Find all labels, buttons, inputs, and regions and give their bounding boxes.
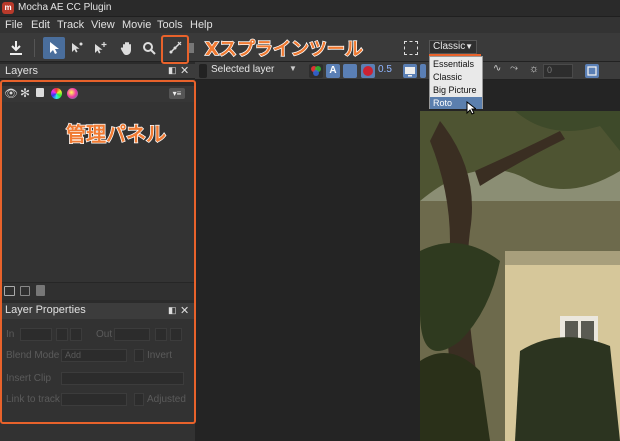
hand-pan-icon[interactable] — [116, 37, 138, 59]
marquee-select-icon[interactable] — [400, 37, 422, 59]
mouse-cursor-icon — [466, 100, 478, 118]
view-option-icon[interactable] — [420, 64, 426, 78]
view-layout-value: Classic — [433, 41, 466, 52]
brightness-icon[interactable]: ☼ — [529, 63, 539, 75]
menu-edit[interactable]: Edit — [31, 19, 50, 31]
toolbar-separator — [34, 39, 35, 57]
menu-help[interactable]: Help — [190, 19, 213, 31]
alpha-icon[interactable]: A — [326, 64, 340, 78]
overlay-icon[interactable] — [343, 64, 357, 78]
title-bar: m Mocha AE CC Plugin — [0, 0, 620, 17]
chevron-down-icon[interactable]: ▼ — [289, 64, 297, 73]
select-points-icon[interactable] — [66, 37, 88, 59]
menu-view[interactable]: View — [91, 19, 115, 31]
menu-movie[interactable]: Movie — [122, 19, 151, 31]
fullscreen-icon[interactable] — [585, 64, 599, 78]
download-icon[interactable] — [5, 37, 27, 59]
menu-item-classic[interactable]: Classic — [430, 71, 482, 83]
menu-tools[interactable]: Tools — [157, 19, 183, 31]
view-layout-select[interactable]: Classic ▼ — [429, 40, 477, 54]
management-panel-annotation-label: 管理パネル — [65, 121, 167, 147]
window-title: Mocha AE CC Plugin — [18, 2, 112, 13]
menu-item-essentials[interactable]: Essentials — [430, 58, 482, 70]
layer-select[interactable]: Selected layer — [211, 64, 274, 75]
zoom-icon[interactable] — [138, 37, 160, 59]
opacity-value[interactable]: 0.5 — [378, 64, 392, 75]
layers-panel-header: Layers ◧ ✕ — [0, 64, 195, 79]
view-toolbar: Selected layer ▼ A 0.5 ∿ ⤳ ☼ 0 — [195, 62, 620, 80]
layers-panel-title: Layers — [5, 65, 39, 77]
menu-bar: File Edit Track View Movie Tools Help — [0, 17, 620, 33]
menu-file[interactable]: File — [5, 19, 23, 31]
frame-input[interactable]: 0 — [543, 64, 573, 78]
monitor-icon[interactable] — [403, 64, 417, 78]
select-arrow-icon[interactable] — [43, 37, 65, 59]
spline-path-icon[interactable]: ∿ — [493, 63, 501, 74]
close-icon[interactable]: ✕ — [180, 64, 189, 77]
layer-color-swatch[interactable] — [199, 64, 207, 78]
menu-track[interactable]: Track — [57, 19, 84, 31]
rgb-channels-icon[interactable] — [309, 64, 323, 78]
spline-curve-icon[interactable]: ⤳ — [510, 63, 518, 74]
menu-item-big-picture[interactable]: Big Picture — [430, 84, 482, 96]
layer-color-icon[interactable] — [361, 64, 375, 78]
app-icon: m — [2, 2, 14, 14]
chevron-down-icon: ▼ — [465, 42, 473, 51]
xspline-annotation-label: Xスプラインツール — [204, 38, 363, 61]
panel-float-icon[interactable]: ◧ — [168, 65, 177, 76]
add-point-icon[interactable] — [89, 37, 111, 59]
clip-frame-image — [420, 111, 620, 441]
xspline-highlight-box — [161, 35, 189, 64]
